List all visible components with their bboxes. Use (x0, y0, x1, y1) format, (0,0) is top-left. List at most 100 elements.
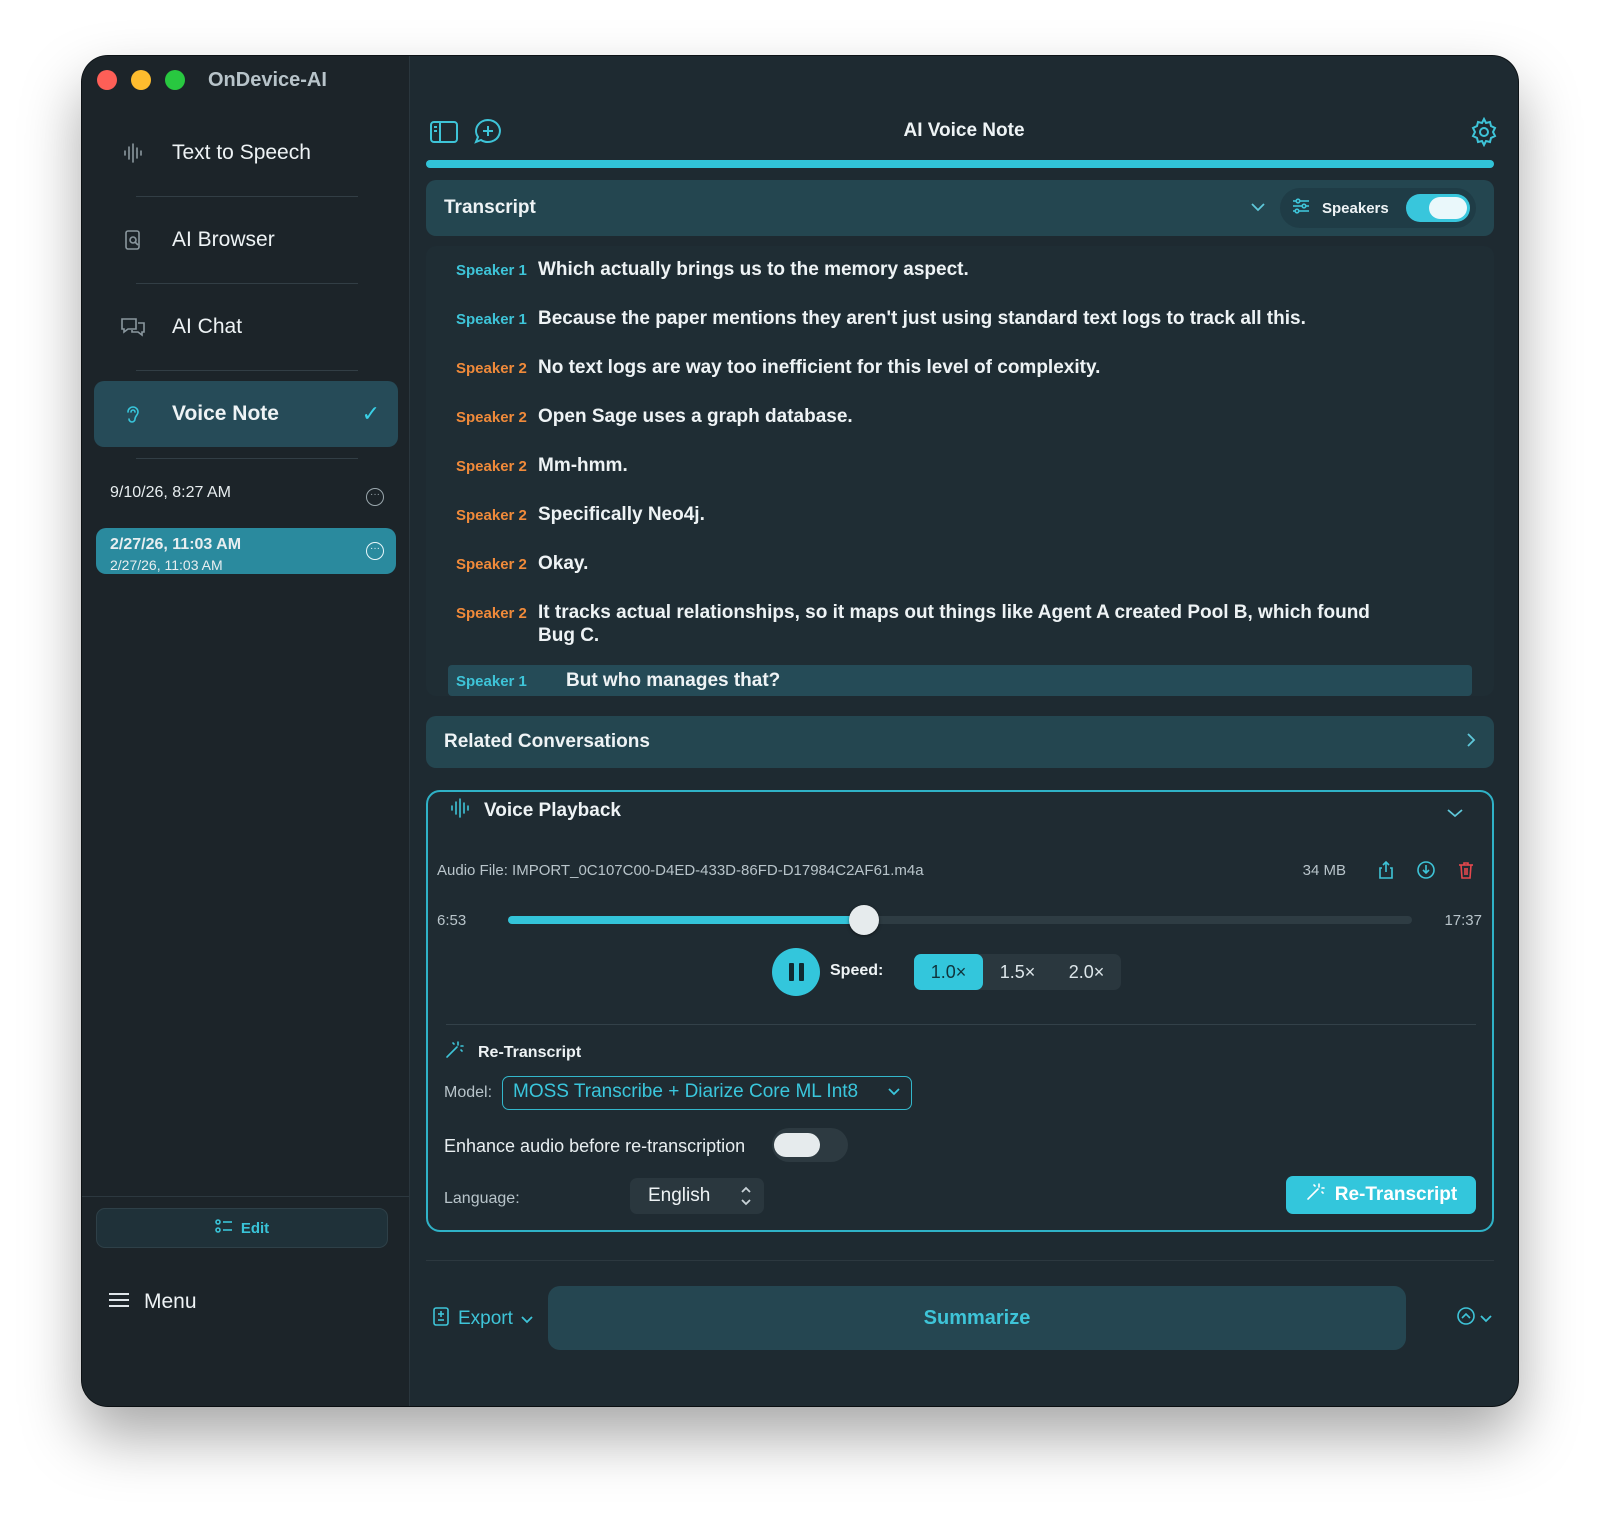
audio-file-size: 34 MB (1302, 862, 1346, 879)
transcript-text: Okay. (538, 553, 589, 574)
pause-icon-bar (788, 963, 794, 981)
transcript-text: Open Sage uses a graph database. (538, 406, 853, 427)
divider (136, 196, 358, 197)
more-options-icon[interactable]: ··· (366, 542, 384, 560)
voice-playback-header[interactable]: Voice Playback (450, 798, 621, 824)
sidebar-item-label: AI Browser (172, 228, 275, 251)
transcript-row-highlighted[interactable]: Speaker 1 But who manages that? (448, 665, 1472, 696)
transcript-row[interactable]: Speaker 2 Open Sage uses a graph database… (426, 401, 1494, 432)
gear-icon[interactable] (1468, 116, 1500, 148)
retranscript-button[interactable]: Re-Transcript (1286, 1176, 1476, 1214)
related-conversations-header[interactable]: Related Conversations (426, 716, 1494, 768)
total-time: 17:37 (1444, 912, 1482, 929)
divider (446, 1024, 1476, 1025)
transcript-list: Speaker 1 Which actually brings us to the… (426, 246, 1494, 696)
divider (82, 1196, 409, 1197)
transcript-header[interactable]: Transcript Speakers (426, 180, 1494, 236)
speed-option[interactable]: 2.0× (1052, 954, 1121, 990)
retranscript-section-title: Re-Transcript (444, 1040, 581, 1065)
export-button[interactable]: Export (432, 1306, 533, 1332)
divider (426, 1260, 1494, 1261)
sidebar-item-voice-note[interactable]: Voice Note ✓ (94, 381, 398, 459)
audio-file-name: Audio File: IMPORT_0C107C00-D4ED-433D-86… (437, 862, 924, 879)
more-options-icon[interactable]: ··· (366, 488, 384, 506)
speaker-label: Speaker 1 (456, 311, 527, 328)
divider (136, 370, 358, 371)
transcript-text: Specifically Neo4j. (538, 504, 705, 525)
model-value: MOSS Transcribe + Diarize Core ML Int8 (513, 1081, 859, 1102)
enhance-audio-toggle[interactable] (772, 1128, 848, 1162)
transcript-row[interactable]: Speaker 1 Because the paper mentions they… (426, 303, 1494, 334)
speakers-label: Speakers (1322, 199, 1389, 217)
voice-playback-title: Voice Playback (484, 800, 621, 821)
transcript-row[interactable]: Speaker 2 It tracks actual relationships,… (426, 597, 1494, 651)
speed-option[interactable]: 1.0× (914, 954, 983, 990)
options-menu-button[interactable] (1456, 1306, 1492, 1331)
page-title: AI Voice Note (903, 120, 1025, 141)
download-icon[interactable] (1416, 860, 1436, 880)
speed-selector: 1.0× 1.5× 2.0× (914, 954, 1121, 990)
scrubber-knob[interactable] (849, 905, 880, 935)
trash-icon[interactable] (1456, 860, 1476, 880)
speed-option[interactable]: 1.5× (983, 954, 1052, 990)
document-search-icon (120, 227, 146, 253)
speaker-label: Speaker 1 (456, 262, 527, 279)
voice-note-title: 2/27/26, 11:03 AM (110, 536, 242, 553)
chat-bubbles-icon (120, 314, 146, 340)
related-title: Related Conversations (444, 731, 650, 752)
export-document-icon (432, 1306, 450, 1332)
playback-scrubber[interactable] (508, 905, 1412, 935)
voice-note-list: 9/10/26, 8:27 AM ··· 2/27/26, 11:03 AM 2… (96, 476, 396, 574)
speakers-control[interactable]: Speakers (1280, 188, 1476, 228)
language-value: English (648, 1185, 711, 1206)
minimize-window-button[interactable] (131, 70, 151, 90)
transcript-text: Which actually brings us to the memory a… (538, 259, 969, 280)
transcript-row[interactable]: Speaker 2 Okay. (426, 548, 1494, 579)
transcript-row[interactable]: Speaker 2 Specifically Neo4j. (426, 499, 1494, 530)
ear-icon (120, 401, 146, 427)
checkmark-icon: ✓ (361, 401, 380, 426)
voice-note-item[interactable]: 9/10/26, 8:27 AM ··· (96, 476, 396, 522)
hamburger-icon (108, 1290, 130, 1314)
sidebar-item-label: AI Chat (172, 315, 243, 338)
zoom-window-button[interactable] (165, 70, 185, 90)
transcript-text: Because the paper mentions they aren't j… (538, 308, 1306, 329)
sidebar-item-ai-browser[interactable]: AI Browser (94, 207, 398, 284)
main-content: AI Voice Note Transcript Speakers Speake… (410, 56, 1518, 1406)
chevron-down-icon[interactable] (1250, 199, 1266, 217)
sliders-icon (1292, 198, 1310, 218)
voice-playback-panel: Voice Playback Audio File: IMPORT_0C107C… (426, 790, 1494, 1232)
sidebar-item-ai-chat[interactable]: AI Chat (94, 294, 398, 371)
magic-wand-icon (1305, 1182, 1325, 1208)
share-icon[interactable] (1376, 860, 1396, 880)
speakers-toggle[interactable] (1406, 194, 1470, 222)
chevron-down-icon (521, 1308, 533, 1330)
retranscript-title: Re-Transcript (478, 1043, 582, 1061)
pause-button[interactable] (772, 948, 820, 996)
app-window: OnDevice-AI Text to Speech AI Browser AI… (82, 56, 1518, 1406)
transcript-text: It tracks actual relationships, so it ma… (538, 602, 1370, 646)
voice-note-item-selected[interactable]: 2/27/26, 11:03 AM 2/27/26, 11:03 AM ··· (96, 528, 396, 574)
language-select[interactable]: English (630, 1178, 764, 1214)
edit-button[interactable]: Edit (96, 1208, 388, 1248)
enhance-audio-label: Enhance audio before re-transcription (444, 1136, 746, 1156)
voice-note-subtitle: 2/27/26, 11:03 AM (110, 557, 223, 573)
transcript-text: But who manages that? (566, 670, 781, 691)
transcript-row[interactable]: Speaker 2 Mm-hmm. (426, 450, 1494, 481)
speaker-label: Speaker 2 (456, 556, 527, 573)
elapsed-time: 6:53 (437, 912, 467, 929)
chevron-down-icon[interactable] (1446, 802, 1464, 823)
close-window-button[interactable] (97, 70, 117, 90)
speaker-label: Speaker 1 (456, 673, 527, 690)
scrubber-fill (508, 916, 865, 924)
transcript-row[interactable]: Speaker 2 No text logs are way too ineffi… (426, 352, 1494, 383)
sidebar-nav: Text to Speech AI Browser AI Chat Voice … (94, 120, 398, 468)
sidebar-item-text-to-speech[interactable]: Text to Speech (94, 120, 398, 197)
summarize-button[interactable]: Summarize (548, 1286, 1406, 1350)
menu-button[interactable]: Menu (108, 1290, 197, 1314)
sidebar-item-label: Voice Note (172, 402, 279, 425)
up-down-chevron-icon (740, 1178, 752, 1228)
model-select[interactable]: MOSS Transcribe + Diarize Core ML Int8 (502, 1076, 912, 1110)
transcript-row[interactable]: Speaker 1 Which actually brings us to the… (426, 254, 1494, 285)
retranscript-button-label: Re-Transcript (1334, 1184, 1458, 1205)
